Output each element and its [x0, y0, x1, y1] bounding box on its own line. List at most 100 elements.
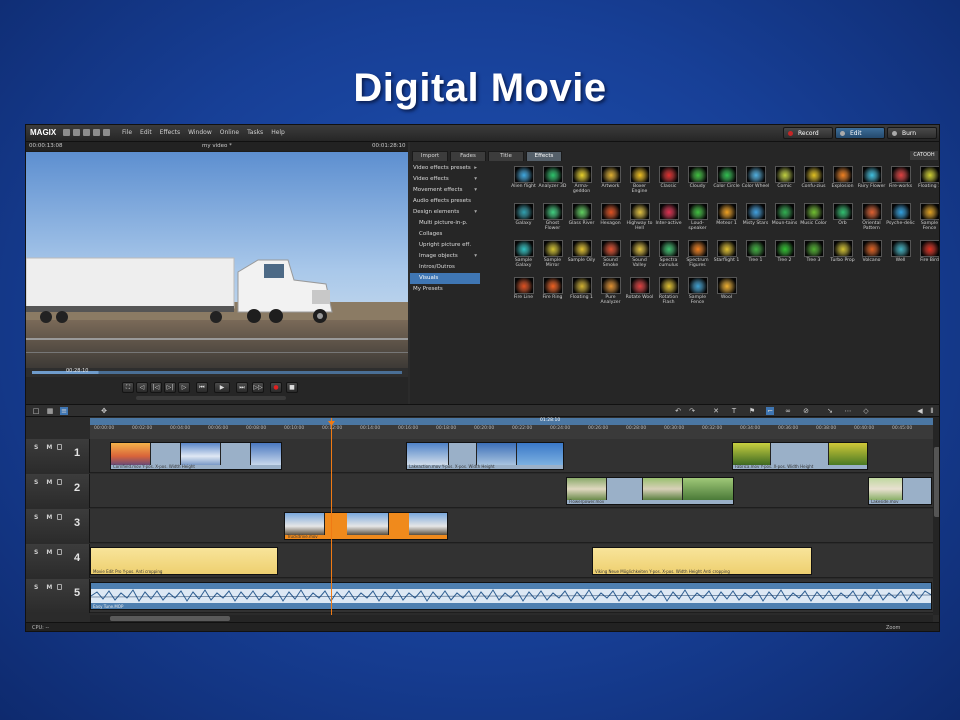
effect-thumbnail[interactable]: Fire Bird	[915, 240, 939, 276]
record-button[interactable]: ●	[270, 382, 282, 393]
undo-icon[interactable]	[93, 129, 100, 136]
effect-thumbnail[interactable]: Tree 1	[741, 240, 770, 276]
effect-category-item[interactable]: Movement effects ▾	[410, 185, 480, 196]
edit-mode-button[interactable]: Edit	[835, 127, 885, 139]
menu-file[interactable]: File	[122, 129, 132, 136]
effect-thumbnail[interactable]: Glass River	[567, 203, 596, 239]
tab-import[interactable]: Import	[412, 151, 448, 161]
effect-thumbnail[interactable]: Spectra cumulus	[654, 240, 683, 276]
next-marker-button[interactable]: ▷	[178, 382, 190, 393]
effect-category-item[interactable]: Design elements ▾	[410, 207, 480, 218]
effect-thumbnail[interactable]: Fairy Flower	[857, 166, 886, 202]
video-clip[interactable]: Fabrica.mov Y-pos. X-pos. Width Height	[732, 442, 868, 470]
effect-thumbnail[interactable]: Alien flight	[509, 166, 538, 202]
effect-category-item[interactable]: Audio effects presets	[410, 196, 480, 207]
expand-arrow-icon[interactable]: ▾	[474, 174, 477, 185]
effect-thumbnail[interactable]: Volcano	[857, 240, 886, 276]
video-clip[interactable]: Lakeside.mov	[868, 477, 932, 505]
effect-thumbnail[interactable]: Sample Mirror	[538, 240, 567, 276]
video-clip[interactable]: Flowerpower.mov	[566, 477, 734, 505]
effect-thumbnail[interactable]: Fire-works	[886, 166, 915, 202]
effect-thumbnail[interactable]: Cloudy	[683, 166, 712, 202]
effect-thumbnail[interactable]: Galaxy	[509, 203, 538, 239]
effect-thumbnail[interactable]: Floating 1	[915, 166, 939, 202]
effect-thumbnail[interactable]: Fire Ring	[538, 277, 567, 313]
group-icon[interactable]: ∞	[784, 407, 792, 415]
fullscreen-button[interactable]: ⛶	[122, 382, 134, 393]
playhead[interactable]	[331, 418, 332, 615]
play-button[interactable]: ▶	[214, 382, 230, 393]
expand-arrow-icon[interactable]: ▾	[474, 185, 477, 196]
menu-window[interactable]: Window	[188, 129, 212, 136]
solo-mute-buttons[interactable]: S M	[34, 444, 55, 451]
help-icon[interactable]	[103, 129, 110, 136]
menu-edit[interactable]: Edit	[140, 129, 152, 136]
next-cut-button[interactable]: ▷|	[164, 382, 176, 393]
menu-online[interactable]: Online	[220, 129, 239, 136]
undo-icon[interactable]: ↶	[674, 407, 682, 415]
range-band[interactable]: 01:28:10	[90, 418, 933, 425]
effect-thumbnail[interactable]: Analyzer 3D	[538, 166, 567, 202]
effect-thumbnail[interactable]: Meteor 1	[712, 203, 741, 239]
menu-help[interactable]: Help	[271, 129, 285, 136]
effect-thumbnail[interactable]: Oriental Pattern	[857, 203, 886, 239]
effect-thumbnail[interactable]: Sample Galaxy	[509, 240, 538, 276]
effect-thumbnail[interactable]: Orb	[828, 203, 857, 239]
effect-thumbnail[interactable]: Boxer Engine	[625, 166, 654, 202]
effect-category-item[interactable]: Multi picture-in-p.	[410, 218, 480, 229]
preview-scrubber[interactable]: 00:28:10	[26, 368, 408, 377]
storyboard-mode-icon[interactable]: □	[32, 407, 40, 415]
effect-category-item[interactable]: Visuals	[410, 273, 480, 284]
solo-mute-buttons[interactable]: S M	[34, 584, 55, 591]
lock-icon[interactable]	[57, 479, 62, 485]
effect-thumbnail[interactable]: Classic	[654, 166, 683, 202]
ripple-icon[interactable]: ⋯	[844, 407, 852, 415]
effect-thumbnail[interactable]: Floating 1	[567, 277, 596, 313]
fast-forward-button[interactable]: ▷▷	[252, 382, 264, 393]
effect-thumbnail[interactable]: Moun-tains	[770, 203, 799, 239]
effect-category-item[interactable]: Video effects ▾	[410, 174, 480, 185]
video-clip[interactable]: Lakeaction.mov Y-pos. X-pos. Width Heigh…	[406, 442, 564, 470]
catooh-button[interactable]: CATOOH	[910, 151, 938, 160]
effect-thumbnail[interactable]: Well	[886, 240, 915, 276]
effect-thumbnail[interactable]: Comic	[770, 166, 799, 202]
menu-effects[interactable]: Effects	[160, 129, 180, 136]
zoom-label[interactable]: Zoom	[886, 625, 900, 631]
volume-icon[interactable]: ◀	[916, 407, 924, 415]
effect-thumbnail[interactable]: Sound Valley	[625, 240, 654, 276]
effect-thumbnail[interactable]: Tree 3	[799, 240, 828, 276]
new-file-icon[interactable]	[63, 129, 70, 136]
tab-effects[interactable]: Effects	[526, 151, 562, 161]
scroll-thumb[interactable]	[110, 616, 230, 621]
vertical-scrollbar[interactable]	[933, 417, 939, 615]
effect-thumbnail[interactable]: Starflight 1	[712, 240, 741, 276]
solo-mute-buttons[interactable]: S M	[34, 549, 55, 556]
prev-marker-button[interactable]: ◁	[136, 382, 148, 393]
lock-icon[interactable]	[57, 584, 62, 590]
split-icon[interactable]: ⌐	[766, 407, 774, 415]
effect-thumbnail[interactable]: Music Color	[799, 203, 828, 239]
effect-thumbnail[interactable]: Sound Smoke	[596, 240, 625, 276]
tab-fades[interactable]: Fades	[450, 151, 486, 161]
delete-icon[interactable]: ✕	[712, 407, 720, 415]
tab-title[interactable]: Title	[488, 151, 524, 161]
prev-cut-button[interactable]: |◁	[150, 382, 162, 393]
burn-mode-button[interactable]: Burn	[887, 127, 937, 139]
effect-thumbnail[interactable]: Hexagon	[596, 203, 625, 239]
effect-thumbnail[interactable]: Fire Line	[509, 277, 538, 313]
solo-mute-buttons[interactable]: S M	[34, 514, 55, 521]
open-file-icon[interactable]	[73, 129, 80, 136]
timeline-mode-icon[interactable]: ≡	[60, 407, 68, 415]
title-clip[interactable]: Movie Edit Pro Y-pos. Anti cropping	[90, 547, 278, 575]
effect-thumbnail[interactable]: Sample Fence	[915, 203, 939, 239]
forward-button[interactable]: ⏭	[236, 382, 248, 393]
effect-thumbnail[interactable]: Color Wheel	[741, 166, 770, 202]
expand-arrow-icon[interactable]: ▾	[474, 207, 477, 218]
effect-thumbnail[interactable]: Artwork	[596, 166, 625, 202]
menu-tasks[interactable]: Tasks	[247, 129, 263, 136]
lock-icon[interactable]	[57, 514, 62, 520]
effect-thumbnail[interactable]: Confu-zius	[799, 166, 828, 202]
mouse-mode-icon[interactable]: ✥	[100, 407, 108, 415]
title-clip[interactable]: Viking Neue Möglichkeiten Y-pos. X-pos. …	[592, 547, 812, 575]
expand-arrow-icon[interactable]: ▾	[474, 251, 477, 262]
